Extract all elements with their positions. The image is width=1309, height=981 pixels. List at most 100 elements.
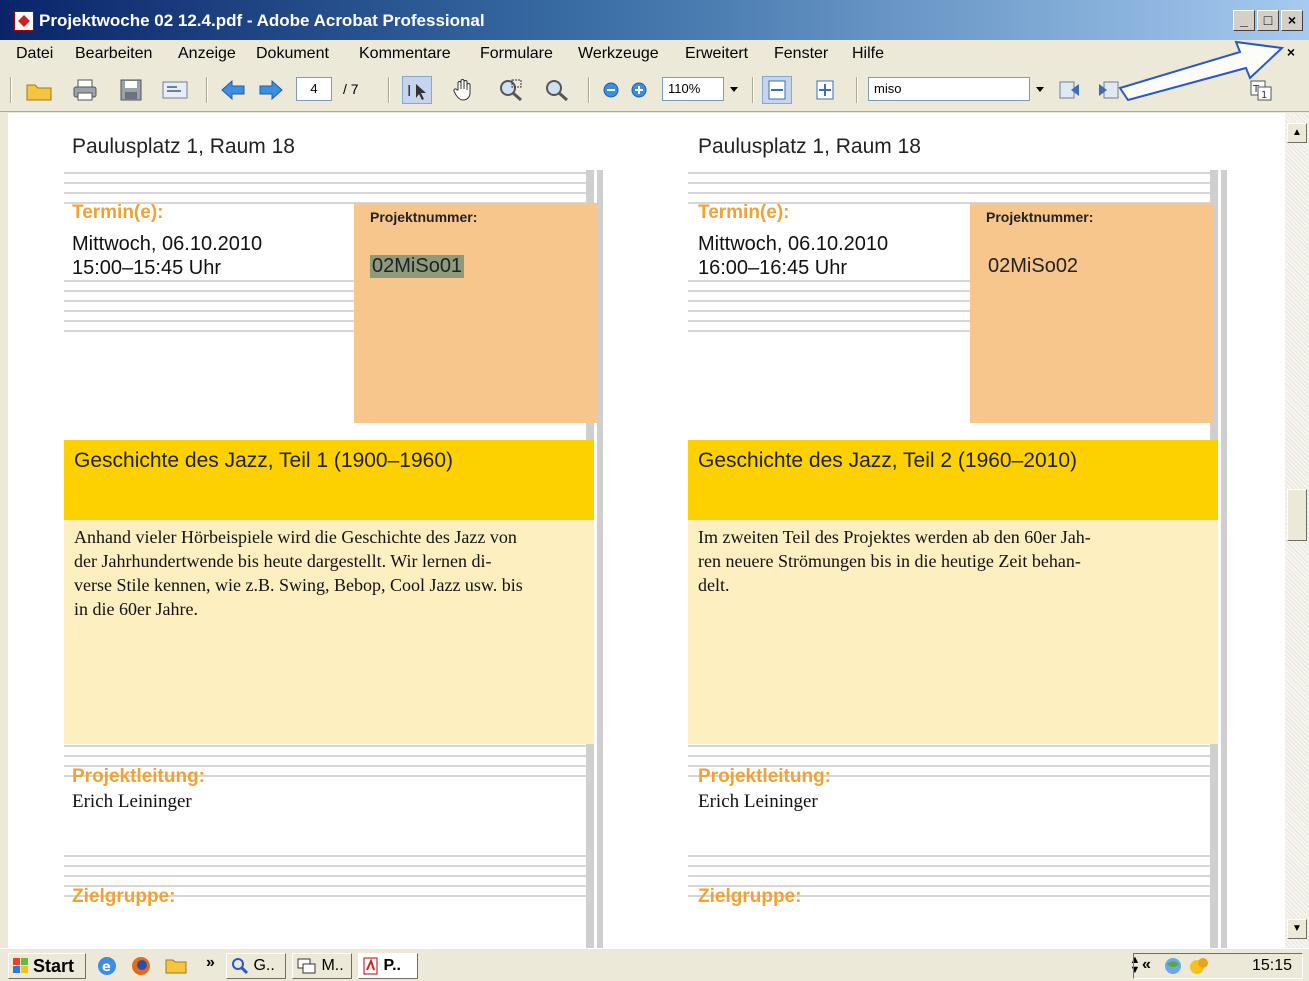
taskbar: Start e » G.. M.. P.. ▲ ▼ « 15:15	[0, 948, 1309, 981]
rule-line	[64, 855, 594, 857]
quicklaunch-overflow[interactable]: »	[206, 954, 215, 972]
toolbar-separator	[588, 77, 590, 103]
description-line: Im zweiten Teil des Projektes werden ab …	[698, 527, 1091, 547]
menu-erweitert[interactable]: Erweitert	[685, 45, 748, 63]
project-title: Geschichte des Jazz, Teil 1 (1900–1960)	[74, 449, 454, 472]
scroll-thumb[interactable]	[1287, 489, 1307, 541]
annotation-arrow	[1118, 40, 1285, 102]
project-description: Im zweiten Teil des Projektes werden ab …	[698, 525, 1214, 597]
toolbar-separator	[752, 77, 754, 103]
network-icon[interactable]	[1162, 956, 1184, 979]
zielgruppe-label: Zielgruppe:	[72, 886, 176, 907]
menu-datei[interactable]: Datei	[16, 45, 53, 63]
description-line: Anhand vieler Hörbeispiele wird die Gesc…	[74, 527, 517, 547]
projektleitung-name: Erich Leininger	[698, 791, 818, 812]
project-title-band: Geschichte des Jazz, Teil 2 (1960–2010)	[688, 440, 1218, 520]
scroll-up-icon[interactable]: ▲	[1287, 123, 1307, 143]
task-m[interactable]: M..	[292, 953, 352, 979]
vertical-scrollbar[interactable]: ▲ ▼	[1285, 113, 1309, 948]
folder-icon[interactable]	[164, 955, 188, 978]
page1-card: Termin(e): Mittwoch, 06.10.2010 15:00–15…	[64, 170, 607, 948]
search-task-icon	[232, 957, 249, 974]
rule-line	[688, 875, 1218, 877]
minimize-button[interactable]: _	[1233, 10, 1255, 31]
project-description-box: Anhand vieler Hörbeispiele wird die Gesc…	[64, 520, 594, 744]
task-label: G..	[253, 957, 275, 974]
rule-line	[688, 172, 1218, 174]
menu-bearbeiten[interactable]: Bearbeiten	[75, 45, 152, 63]
projektleitung-label: Projektleitung:	[72, 766, 206, 787]
zoom-out-icon[interactable]	[596, 76, 626, 104]
ie-icon[interactable]: e	[96, 955, 118, 980]
select-text-icon[interactable]: I	[402, 76, 432, 104]
rule-line	[64, 172, 594, 174]
search-previous-icon[interactable]	[1054, 76, 1084, 104]
projektnummer-value[interactable]: 02MiSo02	[986, 255, 1080, 278]
project-title: Geschichte des Jazz, Teil 2 (1960–2010)	[698, 449, 1078, 472]
hand-tool-icon[interactable]	[448, 76, 478, 104]
menu-werkzeuge[interactable]: Werkzeuge	[578, 45, 659, 63]
tray-expand[interactable]: «	[1142, 956, 1151, 974]
termin-time: 15:00–15:45 Uhr	[72, 257, 222, 279]
description-line: der Jahrhundertwende bis heute dargestel…	[74, 551, 492, 571]
search-dropdown-icon[interactable]	[1030, 76, 1050, 104]
card-edge-bar	[1221, 170, 1227, 948]
previous-page-icon[interactable]	[218, 76, 248, 104]
page-total-label: / 7	[343, 81, 359, 97]
zoom-loupe-icon[interactable]	[542, 76, 572, 104]
open-folder-icon[interactable]	[24, 76, 54, 104]
email-icon[interactable]	[160, 76, 190, 104]
close-button[interactable]: ×	[1281, 10, 1303, 31]
svg-text:I: I	[407, 82, 411, 100]
projektnummer-value[interactable]: 02MiSo01	[370, 255, 465, 278]
scroll-down-icon[interactable]: ▼	[1287, 919, 1307, 939]
rule-line	[64, 182, 594, 184]
rule-line	[688, 865, 1218, 867]
project-title-band: Geschichte des Jazz, Teil 1 (1900–1960)	[64, 440, 594, 520]
print-icon[interactable]	[70, 76, 100, 104]
rule-line	[688, 855, 1218, 857]
firefox-icon[interactable]	[130, 955, 152, 980]
rule-line	[688, 182, 1218, 184]
menu-fenster[interactable]: Fenster	[774, 45, 828, 63]
task-search[interactable]: G..	[226, 953, 286, 979]
menu-kommentare[interactable]: Kommentare	[359, 45, 451, 63]
menu-hilfe[interactable]: Hilfe	[852, 45, 884, 63]
rule-line	[688, 755, 1218, 757]
termin-time: 16:00–16:45 Uhr	[698, 257, 848, 279]
toolbar-grip	[10, 77, 12, 103]
security-alert-icon[interactable]	[1188, 956, 1210, 979]
search-input[interactable]: miso	[868, 77, 1030, 101]
page2-address: Paulusplatz 1, Raum 18	[698, 135, 921, 158]
start-button[interactable]: Start	[8, 953, 86, 979]
description-line: delt.	[698, 575, 730, 595]
rule-line	[688, 192, 1218, 194]
task-acrobat-active[interactable]: P..	[358, 953, 418, 979]
task-label: P..	[383, 957, 401, 974]
save-icon[interactable]	[116, 76, 146, 104]
description-line: verse Stile kennen, wie z.B. Swing, Bebo…	[74, 575, 523, 595]
fit-width-icon[interactable]	[762, 76, 792, 104]
rule-line	[64, 755, 594, 757]
zoom-level-input[interactable]: 110%	[662, 77, 724, 101]
acrobat-app-icon[interactable]	[14, 11, 34, 31]
task-label: M..	[321, 957, 344, 974]
acrobat-task-icon	[363, 957, 378, 975]
window-task-icon	[297, 958, 316, 974]
menu-anzeige[interactable]: Anzeige	[178, 45, 236, 63]
document-view[interactable]: Paulusplatz 1, Raum 18 Termin(e): Mittwo…	[0, 113, 1285, 948]
menu-dokument[interactable]: Dokument	[256, 45, 329, 63]
zoom-dropdown-icon[interactable]	[724, 76, 744, 104]
project-description: Anhand vieler Hörbeispiele wird die Gesc…	[74, 525, 590, 621]
maximize-button[interactable]: □	[1257, 10, 1279, 31]
title-bar: Projektwoche 02 12.4.pdf - Adobe Acrobat…	[0, 0, 1309, 40]
description-line: in die 60er Jahre.	[74, 599, 198, 619]
menu-formulare[interactable]: Formulare	[480, 45, 553, 63]
fit-page-icon[interactable]	[810, 76, 840, 104]
start-label: Start	[33, 956, 75, 976]
page-number-input[interactable]: 4	[296, 77, 332, 101]
next-page-icon[interactable]	[256, 76, 286, 104]
rule-line	[64, 875, 594, 877]
zoom-in-icon[interactable]	[624, 76, 654, 104]
zoom-marquee-icon[interactable]	[496, 76, 526, 104]
